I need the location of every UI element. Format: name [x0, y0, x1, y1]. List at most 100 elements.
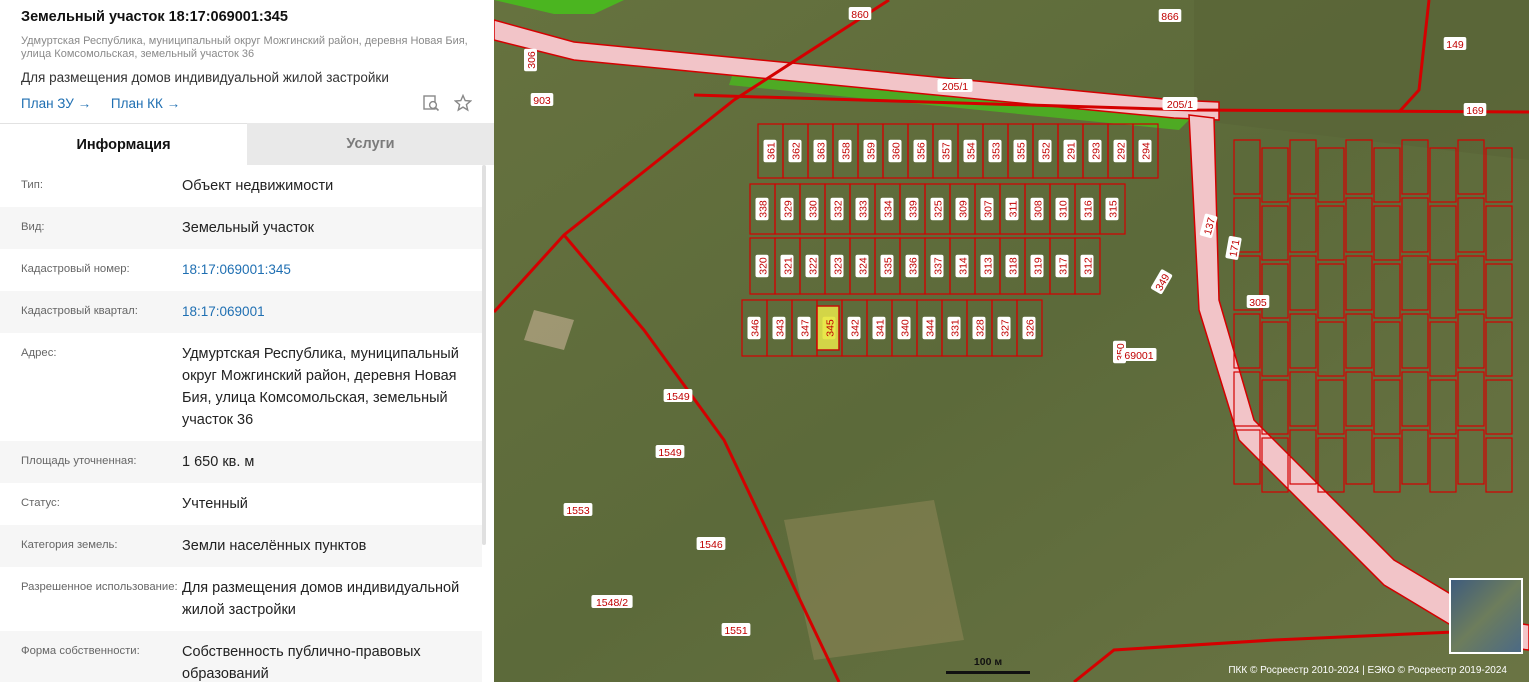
scale-label: 100 м: [973, 656, 1003, 668]
parcel-row3-text: 313: [983, 257, 995, 275]
parcel-row3-text: 336: [908, 257, 920, 275]
parcel-row2: 309: [955, 197, 970, 221]
parcel-row2: 330: [805, 197, 820, 221]
parcel-row2: 307: [980, 197, 995, 221]
row-label: Площадь уточненная:: [21, 455, 137, 467]
row-cadastral-number: Кадастровый номер: 18:17:069001:345: [0, 249, 482, 291]
map-label-text: 860: [851, 9, 869, 21]
plan-zu-link[interactable]: План ЗУ →: [21, 96, 91, 111]
parcel-row3: 336: [905, 254, 920, 278]
map-label: 866: [1158, 9, 1182, 23]
row-status: Статус: Учтенный: [0, 483, 482, 525]
row-label: Адрес:: [21, 347, 57, 359]
parcel-row3: 314: [955, 254, 970, 278]
parcel-row3: 324: [855, 254, 870, 278]
parcel-row1: 292: [1113, 139, 1128, 163]
row-label: Кадастровый квартал:: [21, 305, 138, 317]
basemap-switcher[interactable]: [1449, 578, 1523, 654]
parcel-row3: 317: [1055, 254, 1070, 278]
parcel-row1: 354: [963, 139, 978, 163]
parcel-row3: 319: [1030, 254, 1045, 278]
row-value: Объект недвижимости: [182, 178, 334, 194]
parcel-row2: 310: [1055, 197, 1070, 221]
map-label-text: 305: [1249, 297, 1267, 309]
cadastral-number-link[interactable]: 18:17:069001:345: [182, 259, 482, 281]
parcel-row2-text: 325: [933, 200, 945, 218]
parcel-row1: 363: [813, 139, 828, 163]
tab-info[interactable]: Информация: [0, 123, 247, 165]
parcel-row3-text: 323: [833, 257, 845, 275]
map-copyright: ПКК © Росреестр 2010-2024 | ЕЭКО © Росре…: [1228, 665, 1507, 676]
parcel-row3: 321: [780, 254, 795, 278]
parcel-row4: 342: [847, 316, 862, 340]
row-type: Тип: Объект недвижимости: [0, 165, 482, 207]
parcel-row1: 291: [1063, 139, 1078, 163]
cadastral-map[interactable]: 361 362 363 358 359 360 356 357 354 353 355 352 291 2…: [494, 0, 1529, 682]
parcel-title: Земельный участок 18:17:069001:345: [21, 9, 288, 25]
info-table: Тип: Объект недвижимости Вид: Земельный …: [0, 165, 482, 682]
parcel-row4-text: 326: [1025, 319, 1037, 337]
search-doc-icon[interactable]: [422, 94, 440, 115]
map-label-text: 1551: [724, 625, 748, 637]
parcel-row4: 343: [772, 316, 787, 340]
field-patch: [784, 500, 964, 660]
row-value: Учтенный: [182, 496, 248, 512]
parcel-row1-text: 293: [1091, 142, 1103, 160]
row-kind: Вид: Земельный участок: [0, 207, 482, 249]
parcel-row4: 345: [822, 316, 837, 340]
row-address: Адрес: Удмуртская Республика, муниципаль…: [0, 333, 482, 441]
parcel-row3: 313: [980, 254, 995, 278]
map-label: 1548/2: [591, 595, 633, 609]
parcel-row1: 294: [1138, 139, 1153, 163]
map-label-text: 1549: [666, 391, 690, 403]
parcel-row1-text: 356: [916, 142, 928, 160]
scale-line: [946, 671, 1030, 674]
parcel-row3-text: 322: [808, 257, 820, 275]
parcel-row1-text: 362: [791, 142, 803, 160]
row-value: Земли населённых пунктов: [182, 538, 367, 554]
star-icon[interactable]: [453, 93, 473, 115]
parcel-row2-text: 334: [883, 200, 895, 218]
parcel-row1-text: 363: [816, 142, 828, 160]
parcel-row2: 339: [905, 197, 920, 221]
panel-tabs: Информация Услуги: [0, 123, 494, 165]
parcel-row3-text: 337: [933, 257, 945, 275]
parcel-row1: 356: [913, 139, 928, 163]
parcel-row3: 323: [830, 254, 845, 278]
parcel-row4-text: 343: [775, 319, 787, 337]
parcel-row4: 346: [747, 316, 762, 340]
map-label-text: 903: [533, 95, 551, 107]
parcel-row4-text: 344: [925, 319, 937, 337]
parcel-row4-text: 341: [875, 319, 887, 337]
parcel-row1-text: 291: [1066, 142, 1078, 160]
purpose-text: Для размещения домов индивидуальной жило…: [21, 70, 389, 85]
parcel-row2: 315: [1105, 197, 1120, 221]
row-permitted-use: Разрешенное использование: Для размещени…: [0, 567, 482, 631]
parcel-row1-text: 292: [1116, 142, 1128, 160]
quarter-label: 69001: [1121, 348, 1157, 362]
plan-kk-link[interactable]: План КК →: [111, 96, 180, 111]
parcel-row1: 360: [888, 139, 903, 163]
parcel-row1: 358: [838, 139, 853, 163]
parcel-row2-text: 330: [808, 200, 820, 218]
parcel-row1-text: 357: [941, 142, 953, 160]
parcel-row1-text: 355: [1016, 142, 1028, 160]
plan-links: План ЗУ → План КК →: [21, 93, 474, 118]
parcel-row2-text: 315: [1108, 200, 1120, 218]
parcel-row1: 355: [1013, 139, 1028, 163]
parcel-row4: 344: [922, 316, 937, 340]
parcel-row3: 337: [930, 254, 945, 278]
panel-scrollbar[interactable]: [482, 165, 486, 545]
row-value: 1 650 кв. м: [182, 454, 255, 470]
parcel-row1: 352: [1038, 139, 1053, 163]
map-label-text: 866: [1161, 11, 1179, 23]
row-area: Площадь уточненная: 1 650 кв. м: [0, 441, 482, 483]
row-value: Удмуртская Республика, муниципальный окр…: [182, 346, 459, 428]
cadastral-quarter-link[interactable]: 18:17:069001: [182, 301, 482, 323]
map-canvas[interactable]: 361 362 363 358 359 360 356 357 354 353 355 352 291 2…: [494, 0, 1529, 682]
parcel-row2-text: 333: [858, 200, 870, 218]
parcel-row2: 329: [780, 197, 795, 221]
map-label-text: 1549: [658, 447, 682, 459]
map-label: 860: [848, 7, 872, 21]
tab-services[interactable]: Услуги: [247, 123, 494, 165]
